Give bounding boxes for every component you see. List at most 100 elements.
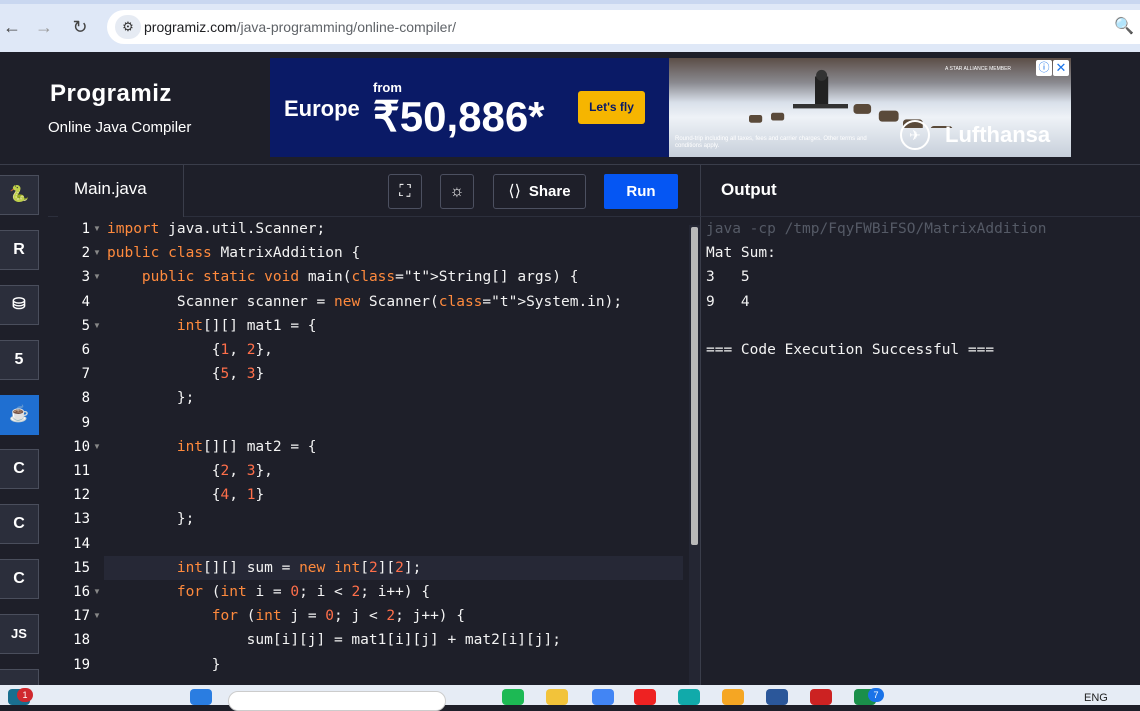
r-icon[interactable]: R [0,230,39,270]
dog-sled-illustration [749,69,953,128]
taskbar-search[interactable] [228,691,446,711]
ad-cta-button[interactable]: Let's fly [578,91,645,124]
line-number: 6 [81,342,90,358]
back-icon[interactable]: ← [0,15,24,39]
csharp-glyph: C [13,570,25,587]
output-line: Mat Sum: [706,245,776,262]
fold-arrow-icon[interactable]: ▼ [93,217,101,241]
code-line[interactable]: public static void main(class="t">String… [107,265,579,289]
code-line[interactable]: }; [107,386,194,410]
fold-arrow-icon[interactable]: ▼ [93,580,101,604]
java-icon[interactable]: ☕ [0,395,39,435]
language-indicator[interactable]: ENG [1084,692,1108,704]
code-editor[interactable]: 1 ▼ 2 ▼ 3 ▼ 4 5 ▼ 6 7 8 9 10 ▼ 11 12 13 14 15 16 ▼ 17 ▼ 18 19 imp… [48,217,700,685]
line-number: 15 [73,559,90,576]
html5-glyph: 5 [14,351,24,368]
python-icon[interactable]: 🐍 [0,175,39,215]
edge-icon[interactable] [678,689,700,705]
code-line[interactable]: for (int i = 0; i < 2; i++) { [107,580,430,604]
fold-arrow-icon[interactable]: ▼ [93,265,101,289]
c-glyph: C [13,460,25,477]
fold-arrow-icon[interactable]: ▼ [93,241,101,265]
sql-glyph: ⛁ [12,296,26,313]
csharp-icon[interactable]: C [0,559,39,599]
run-button[interactable]: Run [604,174,678,209]
site-info-icon[interactable]: ⚙ [115,15,141,39]
page-subtitle: Online Java Compiler [48,119,192,136]
forward-icon[interactable]: → [32,15,56,39]
windows-taskbar: 1 7 ENG [0,685,1140,711]
fullscreen-icon[interactable]: ⛶ [388,174,422,209]
ad-fine-print: Round-trip including all taxes, fees and… [675,136,867,149]
url-text[interactable]: programiz.com/java-programming/online-co… [144,19,456,35]
line-number: 8 [81,390,90,407]
js-glyph: JS [11,626,27,641]
theme-toggle-icon[interactable]: ☼ [440,174,474,209]
code-line[interactable]: {4, 1} [107,483,264,507]
js-icon[interactable]: JS [0,614,39,654]
programiz-logo[interactable]: Programiz [50,80,172,108]
line-number: 1 [81,221,90,237]
line-number: 14 [73,535,90,552]
code-line[interactable]: {5, 3} [107,362,264,386]
code-line[interactable]: public class MatrixAddition { [107,241,360,265]
cpp-icon[interactable]: C [0,504,39,544]
c-icon[interactable]: C [0,449,39,489]
editor-scrollbar[interactable] [691,227,698,545]
app-icon[interactable] [810,689,832,705]
fold-arrow-icon[interactable]: ▼ [93,314,101,338]
line-number: 17 [73,608,90,625]
output-title: Output [721,180,777,199]
code-line[interactable]: {2, 3}, [107,459,273,483]
photos-icon[interactable] [722,689,744,705]
line-number: 9 [81,414,90,431]
ad-brand: Lufthansa [945,122,1051,147]
cpp-glyph: C [13,515,25,532]
tab-strip [0,0,1140,4]
word-icon[interactable] [766,689,788,705]
code-line[interactable]: for (int j = 0; j < 2; j++) { [107,604,465,628]
line-number: 10 [73,438,90,455]
java-glyph: ☕ [9,406,29,423]
spotify-icon[interactable] [502,689,524,705]
code-line[interactable]: import java.util.Scanner; [107,217,325,241]
code-line[interactable]: int[][] mat1 = { [107,314,317,338]
browser-toolbar: ← → ↻ ⚙ programiz.com/java-programming/o… [0,0,1140,52]
code-line[interactable]: }; [107,507,194,531]
file-tab[interactable]: Main.java [58,165,184,218]
share-icon: ⟨⟩ [508,183,521,200]
code-line[interactable]: {1, 2}, [107,338,273,362]
line-number: 3 [81,269,90,286]
line-number: 11 [73,463,90,479]
code-line[interactable]: int[][] sum = new int[2][2]; [107,556,422,580]
ad-close-icon[interactable]: ✕ [1053,60,1069,76]
lufthansa-crane-icon: ✈ [900,120,930,150]
html5-icon[interactable]: 5 [0,340,39,380]
fold-arrow-icon[interactable]: ▼ [93,604,101,628]
start-icon[interactable] [190,689,212,705]
output-panel[interactable]: java -cp /tmp/FqyFWBiFSO/MatrixAddition M… [700,217,1140,685]
share-label: Share [528,183,571,200]
sql-database-icon[interactable]: ⛁ [0,285,39,325]
ad-info-icon[interactable]: ⓘ [1036,60,1052,76]
reload-icon[interactable]: ↻ [68,15,92,39]
output-line: 3 5 [706,269,750,286]
line-number: 18 [73,632,90,649]
address-bar[interactable]: ⚙ programiz.com/java-programming/online-… [107,10,1140,44]
ad-destination: Europe [284,96,360,121]
advertisement-banner[interactable]: Europe from ₹50,886* Let's fly Round-tri… [270,58,1071,157]
line-number: 16 [73,584,90,600]
line-number: 5 [81,317,90,334]
youtube-icon[interactable] [634,689,656,705]
file-explorer-icon[interactable] [546,689,568,705]
share-button[interactable]: ⟨⟩ Share [493,174,586,209]
chrome-icon[interactable] [592,689,614,705]
code-line[interactable]: Scanner scanner = new Scanner(class="t">… [107,290,622,314]
zoom-icon[interactable]: 🔍 [1114,16,1134,36]
code-line[interactable]: sum[i][j] = mat1[i][j] + mat2[i][j]; [107,628,561,652]
code-line[interactable]: int[][] mat2 = { [107,435,317,459]
language-sidebar: 🐍 R ⛁ 5 ☕ C C C JS [0,164,48,689]
fold-arrow-icon[interactable]: ▼ [93,435,101,459]
code-line[interactable]: } [107,653,221,677]
editor-toolbar: Main.java ⛶ ☼ ⟨⟩ Share Run [48,164,700,218]
